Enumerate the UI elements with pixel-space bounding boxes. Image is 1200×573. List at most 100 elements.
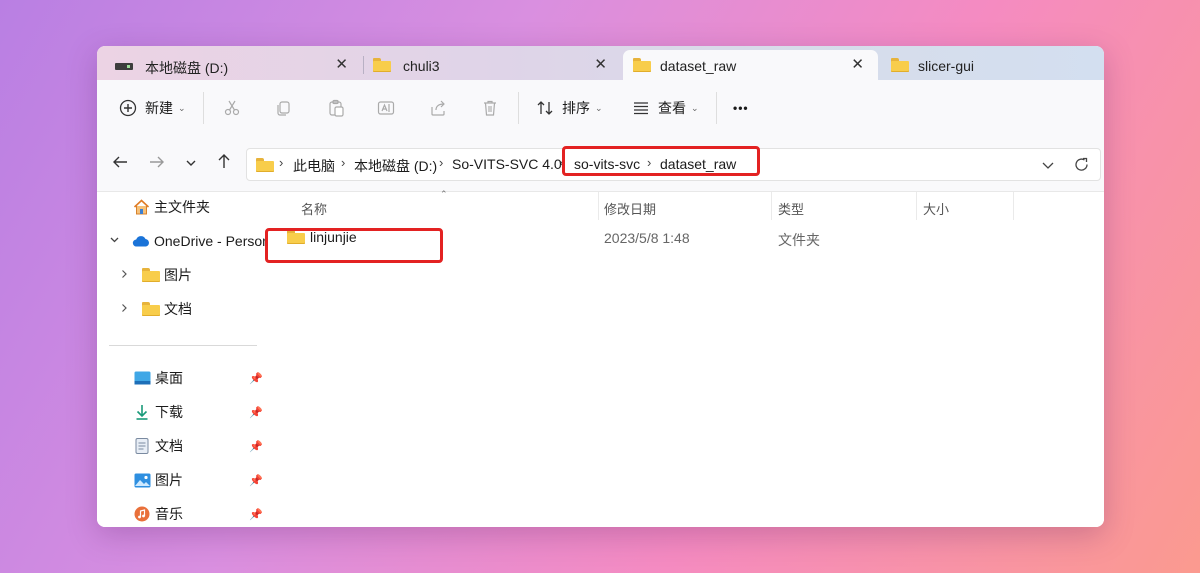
navigation-pane: 主文件夹 OneDrive - Person 图片 文档 桌面 📌 下载 📌 文… bbox=[97, 192, 267, 527]
pin-icon[interactable]: 📌 bbox=[249, 474, 263, 487]
sidebar-item-onedrive-documents[interactable]: 文档 bbox=[142, 298, 192, 320]
breadcrumb-separator-icon: › bbox=[279, 155, 284, 170]
breadcrumb-separator-icon: › bbox=[341, 155, 346, 170]
recent-locations-chevron-icon[interactable] bbox=[184, 154, 198, 175]
address-history-chevron-icon[interactable] bbox=[1040, 157, 1056, 178]
sidebar-item-label: OneDrive - Person bbox=[154, 233, 267, 249]
copy-icon bbox=[274, 99, 292, 117]
sidebar-item-onedrive-pictures[interactable]: 图片 bbox=[142, 264, 192, 286]
tab-label: dataset_raw bbox=[660, 58, 737, 74]
chevron-down-icon[interactable] bbox=[109, 234, 120, 248]
share-button[interactable] bbox=[429, 94, 447, 122]
toolbar-divider bbox=[203, 92, 204, 124]
highlight-box-path bbox=[562, 146, 760, 176]
desktop-icon bbox=[133, 370, 151, 386]
breadcrumb-separator-icon: › bbox=[439, 155, 444, 170]
tab-slicer-gui[interactable]: slicer-gui bbox=[879, 50, 1104, 80]
cut-button[interactable] bbox=[223, 94, 241, 122]
sidebar-item-home[interactable]: 主文件夹 bbox=[132, 196, 210, 218]
pin-icon[interactable]: 📌 bbox=[249, 372, 263, 385]
tab-local-disk-d[interactable]: 本地磁盘 (D:) ✕ bbox=[97, 50, 362, 80]
breadcrumb-so-vits-svc-4[interactable]: So-VITS-SVC 4.0 bbox=[452, 156, 562, 172]
close-icon[interactable]: ✕ bbox=[335, 55, 348, 73]
command-bar: 新建 ⌄ 排序 ⌄ 查看 ⌄ ••• bbox=[97, 80, 1104, 136]
more-options-button[interactable]: ••• bbox=[733, 94, 749, 122]
close-icon[interactable]: ✕ bbox=[594, 55, 607, 73]
sort-button[interactable]: 排序 ⌄ bbox=[536, 94, 603, 122]
sort-ascending-icon: ⌃ bbox=[440, 189, 448, 199]
column-header-date-modified[interactable]: 修改日期 bbox=[604, 199, 656, 218]
chevron-right-icon[interactable] bbox=[119, 302, 129, 316]
refresh-icon[interactable] bbox=[1073, 156, 1090, 178]
more-icon: ••• bbox=[733, 101, 749, 115]
column-header-type[interactable]: 类型 bbox=[778, 199, 804, 218]
toolbar-divider bbox=[716, 92, 717, 124]
address-bar[interactable]: › 此电脑 › 本地磁盘 (D:) › So-VITS-SVC 4.0 › so… bbox=[246, 146, 1101, 181]
chevron-right-icon[interactable] bbox=[119, 268, 129, 282]
view-button[interactable]: 查看 ⌄ bbox=[632, 94, 699, 122]
toolbar-divider bbox=[518, 92, 519, 124]
delete-button[interactable] bbox=[481, 94, 499, 122]
navigation-row: › 此电脑 › 本地磁盘 (D:) › So-VITS-SVC 4.0 › so… bbox=[97, 136, 1104, 192]
column-divider[interactable] bbox=[771, 192, 772, 220]
chevron-down-icon: ⌄ bbox=[178, 102, 186, 113]
trash-icon bbox=[481, 99, 499, 117]
rename-icon bbox=[377, 99, 395, 117]
tab-label: 本地磁盘 (D:) bbox=[145, 60, 229, 76]
pin-icon[interactable]: 📌 bbox=[249, 406, 263, 419]
sidebar-item-documents[interactable]: 文档 📌 bbox=[133, 435, 267, 457]
file-explorer-window: 本地磁盘 (D:) ✕ chuli3 ✕ dataset_raw ✕ slice… bbox=[97, 46, 1104, 527]
tab-label: slicer-gui bbox=[918, 58, 975, 74]
sidebar-item-label: 图片 bbox=[155, 472, 183, 488]
sidebar-item-onedrive[interactable]: OneDrive - Person bbox=[132, 230, 267, 252]
new-button[interactable]: 新建 ⌄ bbox=[119, 94, 186, 122]
sidebar-item-downloads[interactable]: 下载 📌 bbox=[133, 401, 267, 423]
column-divider[interactable] bbox=[916, 192, 917, 220]
sidebar-item-music[interactable]: 音乐 📌 bbox=[133, 503, 267, 525]
music-icon bbox=[133, 506, 151, 522]
column-header-name[interactable]: 名称 bbox=[301, 199, 327, 218]
picture-icon bbox=[133, 472, 151, 488]
sort-icon bbox=[536, 99, 554, 117]
chevron-down-icon: ⌄ bbox=[595, 102, 603, 113]
column-header-size[interactable]: 大小 bbox=[923, 199, 949, 218]
tab-chuli3[interactable]: chuli3 ✕ bbox=[363, 50, 621, 80]
download-arrow-icon bbox=[133, 404, 151, 420]
up-arrow-icon[interactable] bbox=[215, 152, 233, 175]
breadcrumb-this-pc[interactable]: 此电脑 bbox=[293, 156, 335, 176]
pin-icon[interactable]: 📌 bbox=[249, 440, 263, 453]
sidebar-item-label: 主文件夹 bbox=[154, 199, 210, 215]
share-icon bbox=[429, 99, 447, 117]
sidebar-item-desktop[interactable]: 桌面 📌 bbox=[133, 367, 267, 389]
highlight-box-folder bbox=[265, 228, 443, 263]
sidebar-item-pictures[interactable]: 图片 📌 bbox=[133, 469, 267, 491]
chevron-down-icon: ⌄ bbox=[691, 102, 699, 113]
tab-dataset-raw[interactable]: dataset_raw ✕ bbox=[623, 50, 878, 80]
folder-icon bbox=[891, 58, 909, 72]
column-divider[interactable] bbox=[598, 192, 599, 220]
close-icon[interactable]: ✕ bbox=[851, 55, 864, 73]
rename-button[interactable] bbox=[377, 94, 395, 122]
column-header-row: ⌃ 名称 修改日期 类型 大小 bbox=[267, 189, 1104, 222]
clipboard-icon bbox=[327, 99, 345, 117]
document-icon bbox=[133, 438, 151, 454]
sidebar-item-label: 音乐 bbox=[155, 506, 183, 522]
sort-label: 排序 bbox=[562, 100, 590, 116]
folder-icon bbox=[256, 158, 274, 172]
forward-arrow-icon[interactable] bbox=[148, 153, 166, 176]
sidebar-divider bbox=[109, 345, 257, 346]
folder-icon bbox=[142, 301, 160, 317]
breadcrumb-local-disk[interactable]: 本地磁盘 (D:) bbox=[354, 156, 437, 176]
folder-icon bbox=[142, 267, 160, 283]
paste-button[interactable] bbox=[327, 94, 345, 122]
sidebar-item-label: 图片 bbox=[164, 267, 192, 283]
back-arrow-icon[interactable] bbox=[111, 153, 129, 176]
home-icon bbox=[132, 199, 150, 215]
column-divider[interactable] bbox=[1013, 192, 1014, 220]
tab-strip: 本地磁盘 (D:) ✕ chuli3 ✕ dataset_raw ✕ slice… bbox=[97, 46, 1104, 80]
file-date-modified: 2023/5/8 1:48 bbox=[604, 230, 690, 246]
sidebar-item-label: 桌面 bbox=[155, 370, 183, 386]
copy-button[interactable] bbox=[274, 94, 292, 122]
pin-icon[interactable]: 📌 bbox=[249, 508, 263, 521]
file-type: 文件夹 bbox=[778, 232, 820, 248]
